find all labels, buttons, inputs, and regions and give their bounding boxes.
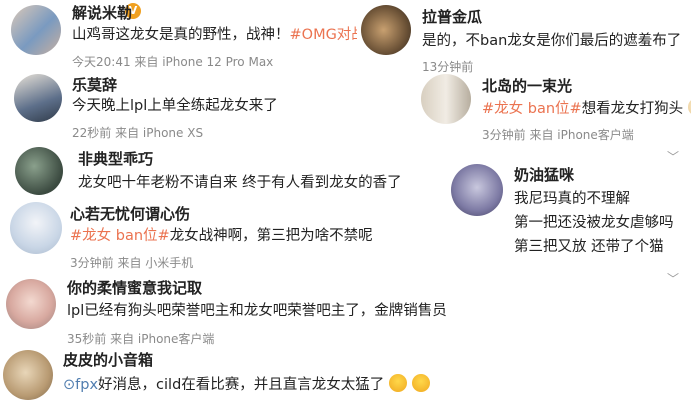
comment-meta: 3分钟前 来自 iPhone客户端 bbox=[482, 128, 634, 142]
avatar[interactable] bbox=[11, 5, 61, 55]
comment-text: #龙女 ban位#龙女战神啊，第三把为啥不禁呢 bbox=[70, 228, 373, 244]
comment-author[interactable]: 拉普金瓜 bbox=[422, 6, 482, 27]
comment-author[interactable]: 你的柔情蜜意我记取 bbox=[67, 277, 202, 298]
comment-meta: 3分钟前 来自 小米手机 bbox=[70, 256, 194, 270]
avatar[interactable] bbox=[14, 74, 62, 122]
avatar[interactable] bbox=[421, 74, 471, 124]
chevron-down-icon[interactable]: ﹀ bbox=[667, 270, 679, 287]
comment-text: 龙女吧十年老粉不请自来 终于有人看到龙女的香了 bbox=[78, 175, 402, 191]
comment-author[interactable]: 北岛的一束光 bbox=[482, 75, 572, 96]
comment-text: 第三把又放 还带了个猫 bbox=[514, 239, 664, 255]
comment-meta: 35秒前 来自 iPhone客户端 bbox=[67, 332, 215, 346]
avatar[interactable] bbox=[451, 164, 503, 216]
comment-author[interactable]: 乐莫辞 bbox=[72, 74, 117, 95]
comment-text: lpl已经有狗头吧荣誉吧主和龙女吧荣誉吧主了，金牌销售员 bbox=[67, 303, 447, 319]
comment-item: 拉普金瓜 是的，不ban龙女是你们最后的遮羞布了 13分钟前 bbox=[355, 0, 691, 74]
comment-text: #龙女 ban位#想看龙女打狗头 bbox=[482, 98, 691, 119]
avatar[interactable] bbox=[6, 279, 56, 329]
crying-face-emoji-icon bbox=[388, 374, 407, 392]
comment-item: 乐莫辞 今天晚上lpl上单全练起龙女来了 22秒前 来自 iPhone XS bbox=[0, 72, 360, 142]
comment-text: 山鸡哥这龙女是真的野性，战神！#OMG对战 bbox=[72, 25, 357, 45]
comment-item: 奶油猛咪 我尼玛真的不理解 第一把还没被龙女虐够吗 第三把又放 还带了个猫 ﹀ bbox=[440, 160, 691, 286]
avatar[interactable] bbox=[3, 350, 53, 400]
comment-text: 是的，不ban龙女是你们最后的遮羞布了 bbox=[422, 33, 682, 49]
comment-text: 我尼玛真的不理解 bbox=[514, 191, 630, 207]
comment-author[interactable]: 奶油猛咪 bbox=[514, 164, 574, 185]
comment-item: 非典型乖巧 龙女吧十年老粉不请自来 终于有人看到龙女的香了 bbox=[0, 143, 470, 198]
comment-author[interactable]: 解说米勒 bbox=[72, 2, 132, 23]
mention-link[interactable]: fpx bbox=[75, 377, 98, 393]
comment-text: ⊙fpx好消息，cild在看比赛，并且直言龙女太猛了 bbox=[63, 374, 430, 395]
topic-tag[interactable]: #OMG对战 bbox=[290, 27, 358, 43]
avatar[interactable] bbox=[361, 5, 411, 55]
comment-author[interactable]: 心若无忧何谓心伤 bbox=[70, 203, 190, 224]
comment-item: 心若无忧何谓心伤 #龙女 ban位#龙女战神啊，第三把为啥不禁呢 3分钟前 来自… bbox=[0, 200, 440, 272]
comment-text: 第一把还没被龙女虐够吗 bbox=[514, 215, 674, 231]
avatar[interactable] bbox=[15, 147, 63, 195]
link-icon: ⊙ bbox=[63, 377, 76, 393]
topic-tag[interactable]: #龙女 ban位# bbox=[482, 101, 582, 117]
comment-author[interactable]: 非典型乖巧 bbox=[78, 148, 153, 169]
comment-feed: V 解说米勒 山鸡哥这龙女是真的野性，战神！#OMG对战 今天20:41 来自 … bbox=[0, 0, 691, 400]
comment-item: 北岛的一束光 #龙女 ban位#想看龙女打狗头 3分钟前 来自 iPhone客户… bbox=[415, 72, 691, 164]
comment-meta: 今天20:41 来自 iPhone 12 Pro Max bbox=[72, 55, 274, 69]
comment-item: V 解说米勒 山鸡哥这龙女是真的野性，战神！#OMG对战 今天20:41 来自 … bbox=[0, 0, 360, 70]
comment-item: 皮皮的小音箱 ⊙fpx好消息，cild在看比赛，并且直言龙女太猛了 bbox=[0, 346, 470, 400]
crying-face-emoji-icon bbox=[411, 374, 430, 392]
comment-meta: 22秒前 来自 iPhone XS bbox=[72, 126, 204, 140]
topic-tag[interactable]: #龙女 ban位# bbox=[70, 228, 170, 244]
avatar[interactable] bbox=[10, 202, 62, 254]
comment-text: 今天晚上lpl上单全练起龙女来了 bbox=[72, 98, 278, 114]
comment-item: 你的柔情蜜意我记取 lpl已经有狗头吧荣誉吧主和龙女吧荣誉吧主了，金牌销售员 3… bbox=[0, 275, 460, 346]
comment-author[interactable]: 皮皮的小音箱 bbox=[63, 349, 153, 370]
